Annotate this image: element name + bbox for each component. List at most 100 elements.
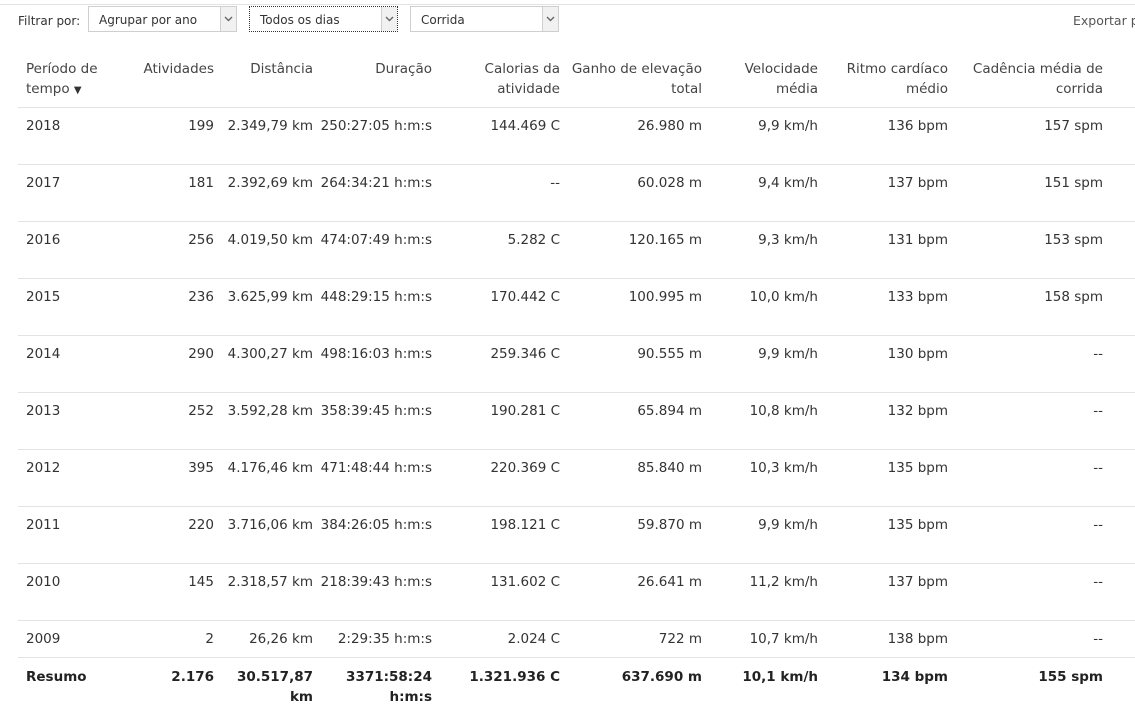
speed-cell: 9,9 km/h bbox=[702, 336, 818, 393]
speed-cell: 11,2 km/h bbox=[702, 564, 818, 621]
column-spacer bbox=[1103, 165, 1135, 222]
heart-rate-cell: 138 bpm bbox=[818, 621, 948, 658]
elevation-cell: 120.165 m bbox=[560, 222, 702, 279]
column-header-avg-speed[interactable]: Velocidade média bbox=[702, 50, 818, 108]
distance-cell: 2.318,57 km bbox=[214, 564, 313, 621]
activities-cell: 2 bbox=[110, 621, 214, 658]
heart-rate-cell: 131 bpm bbox=[818, 222, 948, 279]
period-cell: 2017 bbox=[18, 165, 110, 222]
distance-cell: 26,26 km bbox=[214, 621, 313, 658]
column-header-period[interactable]: Período de tempo ▼ bbox=[18, 50, 110, 108]
duration-cell: 498:16:03 h:m:s bbox=[313, 336, 432, 393]
group-by-value: Agrupar por ano bbox=[99, 13, 197, 27]
speed-cell: 9,9 km/h bbox=[702, 108, 818, 165]
column-spacer bbox=[1103, 108, 1135, 165]
summary-cell: 155 spm bbox=[948, 658, 1103, 707]
column-header-distance[interactable]: Distância bbox=[214, 50, 313, 108]
sort-descending-icon: ▼ bbox=[74, 85, 82, 96]
column-header-avg-cadence[interactable]: Cadência média de corrida bbox=[948, 50, 1103, 108]
summary-cell: 134 bpm bbox=[818, 658, 948, 707]
table-row: 20132523.592,28 km358:39:45 h:m:s190.281… bbox=[18, 393, 1135, 450]
duration-cell: 2:29:35 h:m:s bbox=[313, 621, 432, 658]
table-row: 20181992.349,79 km250:27:05 h:m:s144.469… bbox=[18, 108, 1135, 165]
chevron-down-icon bbox=[381, 7, 397, 31]
period-cell: 2011 bbox=[18, 507, 110, 564]
days-select[interactable]: Todos os dias bbox=[249, 6, 398, 32]
calories-cell: -- bbox=[432, 165, 560, 222]
speed-cell: 10,8 km/h bbox=[702, 393, 818, 450]
calories-cell: 220.369 C bbox=[432, 450, 560, 507]
heart-rate-cell: 137 bpm bbox=[818, 165, 948, 222]
activities-cell: 252 bbox=[110, 393, 214, 450]
activities-cell: 145 bbox=[110, 564, 214, 621]
summary-cell: 2.176 bbox=[110, 658, 214, 707]
activities-cell: 199 bbox=[110, 108, 214, 165]
activities-cell: 395 bbox=[110, 450, 214, 507]
elevation-cell: 100.995 m bbox=[560, 279, 702, 336]
activities-cell: 220 bbox=[110, 507, 214, 564]
group-by-select[interactable]: Agrupar por ano bbox=[88, 6, 237, 32]
column-header-calories[interactable]: Calorias da atividade bbox=[432, 50, 560, 108]
heart-rate-cell: 136 bpm bbox=[818, 108, 948, 165]
speed-cell: 10,7 km/h bbox=[702, 621, 818, 658]
distance-cell: 4.019,50 km bbox=[214, 222, 313, 279]
table-row: 20101452.318,57 km218:39:43 h:m:s131.602… bbox=[18, 564, 1135, 621]
column-spacer bbox=[1103, 393, 1135, 450]
top-divider bbox=[0, 0, 1135, 5]
cadence-cell: 158 spm bbox=[948, 279, 1103, 336]
summary-cell: 30.517,87 km bbox=[214, 658, 313, 707]
elevation-cell: 85.840 m bbox=[560, 450, 702, 507]
elevation-cell: 60.028 m bbox=[560, 165, 702, 222]
heart-rate-cell: 132 bpm bbox=[818, 393, 948, 450]
elevation-cell: 59.870 m bbox=[560, 507, 702, 564]
table-row: 20162564.019,50 km474:07:49 h:m:s5.282 C… bbox=[18, 222, 1135, 279]
chevron-down-icon bbox=[542, 7, 558, 31]
cadence-cell: 151 spm bbox=[948, 165, 1103, 222]
cadence-cell: 153 spm bbox=[948, 222, 1103, 279]
distance-cell: 4.300,27 km bbox=[214, 336, 313, 393]
speed-cell: 9,3 km/h bbox=[702, 222, 818, 279]
column-spacer bbox=[1103, 621, 1135, 658]
column-spacer bbox=[1103, 50, 1135, 108]
calories-cell: 259.346 C bbox=[432, 336, 560, 393]
duration-cell: 474:07:49 h:m:s bbox=[313, 222, 432, 279]
column-spacer bbox=[1103, 279, 1135, 336]
speed-cell: 9,4 km/h bbox=[702, 165, 818, 222]
column-header-elevation-gain[interactable]: Ganho de elevação total bbox=[560, 50, 702, 108]
heart-rate-cell: 137 bpm bbox=[818, 564, 948, 621]
summary-cell: 1.321.936 C bbox=[432, 658, 560, 707]
table-row: 2009226,26 km2:29:35 h:m:s2.024 C722 m10… bbox=[18, 621, 1135, 658]
table-row: 20171812.392,69 km264:34:21 h:m:s--60.02… bbox=[18, 165, 1135, 222]
calories-cell: 5.282 C bbox=[432, 222, 560, 279]
column-header-avg-heart-rate[interactable]: Ritmo cardíaco médio bbox=[818, 50, 948, 108]
activities-cell: 236 bbox=[110, 279, 214, 336]
heart-rate-cell: 135 bpm bbox=[818, 507, 948, 564]
distance-cell: 3.625,99 km bbox=[214, 279, 313, 336]
column-spacer bbox=[1103, 222, 1135, 279]
table-row: 20152363.625,99 km448:29:15 h:m:s170.442… bbox=[18, 279, 1135, 336]
cadence-cell: -- bbox=[948, 393, 1103, 450]
calories-cell: 2.024 C bbox=[432, 621, 560, 658]
period-cell: 2018 bbox=[18, 108, 110, 165]
column-header-activities[interactable]: Atividades bbox=[110, 50, 214, 108]
duration-cell: 384:26:05 h:m:s bbox=[313, 507, 432, 564]
duration-cell: 448:29:15 h:m:s bbox=[313, 279, 432, 336]
export-link[interactable]: Exportar para CSV bbox=[1073, 13, 1135, 28]
days-value: Todos os dias bbox=[260, 13, 340, 27]
table-row: 20142904.300,27 km498:16:03 h:m:s259.346… bbox=[18, 336, 1135, 393]
activity-type-select[interactable]: Corrida bbox=[410, 6, 559, 32]
column-header-duration[interactable]: Duração bbox=[313, 50, 432, 108]
duration-cell: 250:27:05 h:m:s bbox=[313, 108, 432, 165]
calories-cell: 170.442 C bbox=[432, 279, 560, 336]
summary-label: Resumo bbox=[18, 658, 110, 707]
cadence-cell: -- bbox=[948, 336, 1103, 393]
filter-label: Filtrar por: bbox=[18, 14, 80, 28]
period-cell: 2009 bbox=[18, 621, 110, 658]
column-spacer bbox=[1103, 564, 1135, 621]
heart-rate-cell: 135 bpm bbox=[818, 450, 948, 507]
table-row: 20112203.716,06 km384:26:05 h:m:s198.121… bbox=[18, 507, 1135, 564]
distance-cell: 3.592,28 km bbox=[214, 393, 313, 450]
summary-cell: 10,1 km/h bbox=[702, 658, 818, 707]
distance-cell: 3.716,06 km bbox=[214, 507, 313, 564]
calories-cell: 198.121 C bbox=[432, 507, 560, 564]
